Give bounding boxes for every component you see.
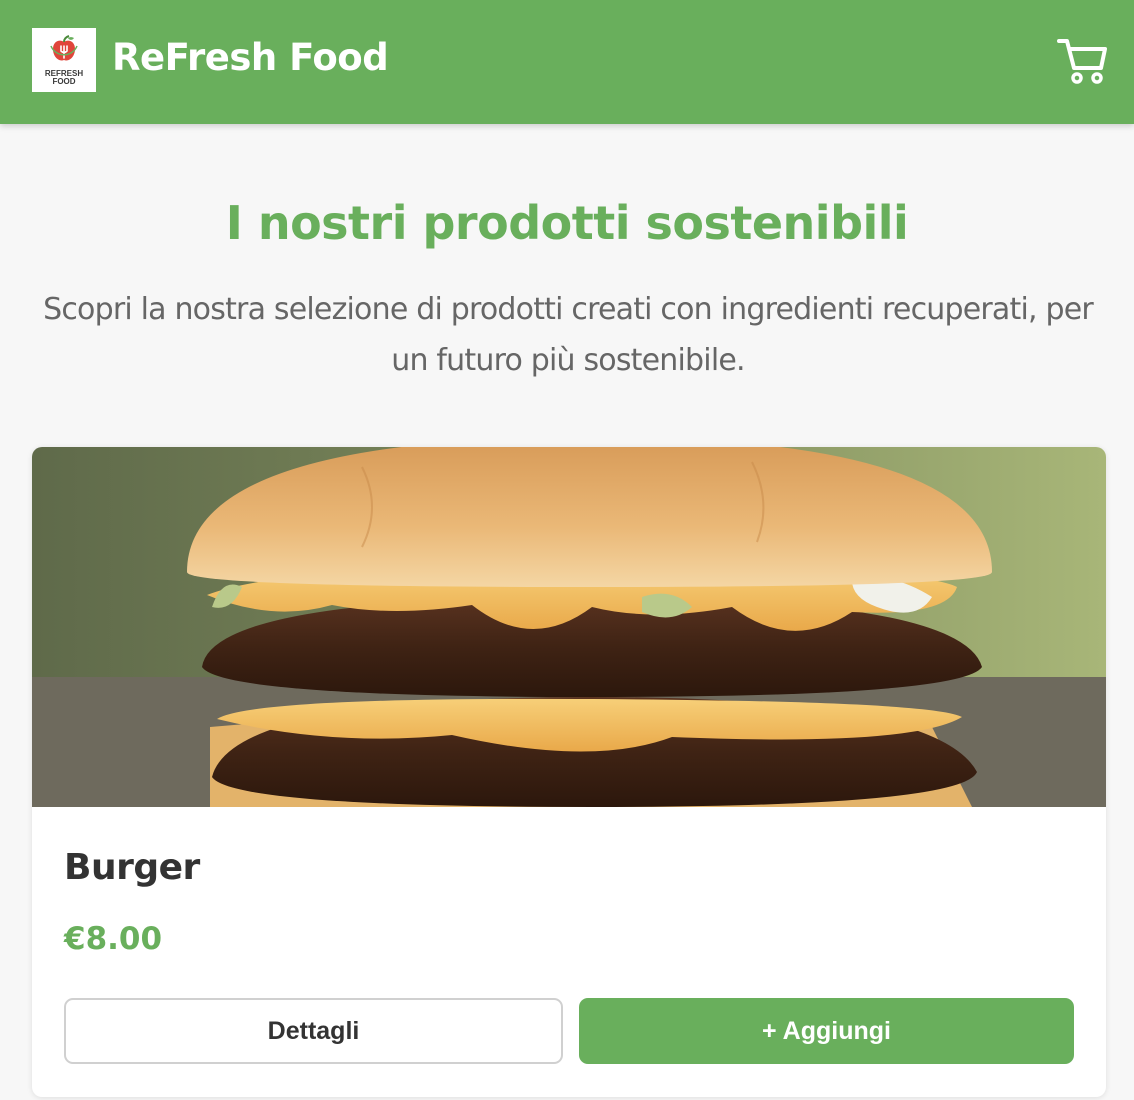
apple-fork-logo-icon bbox=[50, 35, 78, 61]
app-header: REFRESH FOOD ReFresh Food bbox=[0, 0, 1134, 124]
page-title: I nostri prodotti sostenibili bbox=[225, 196, 909, 250]
logo[interactable]: REFRESH FOOD bbox=[32, 28, 96, 92]
product-card: Burger €8.00 Dettagli + Aggiungi bbox=[32, 447, 1106, 1097]
page-subtitle: Scopri la nostra selezione di prodotti c… bbox=[43, 292, 1094, 378]
logo-label: REFRESH FOOD bbox=[44, 69, 84, 86]
burger-image[interactable] bbox=[32, 447, 1106, 807]
add-to-cart-button[interactable]: + Aggiungi bbox=[579, 998, 1074, 1064]
product-price: €8.00 bbox=[64, 921, 163, 957]
cart-icon bbox=[1057, 39, 1107, 84]
cart-button[interactable] bbox=[1056, 36, 1108, 86]
details-button[interactable]: Dettagli bbox=[64, 998, 563, 1064]
product-name: Burger bbox=[64, 847, 200, 888]
brand-name[interactable]: ReFresh Food bbox=[112, 36, 389, 79]
logo-text: REFRESH FOOD bbox=[32, 70, 96, 86]
